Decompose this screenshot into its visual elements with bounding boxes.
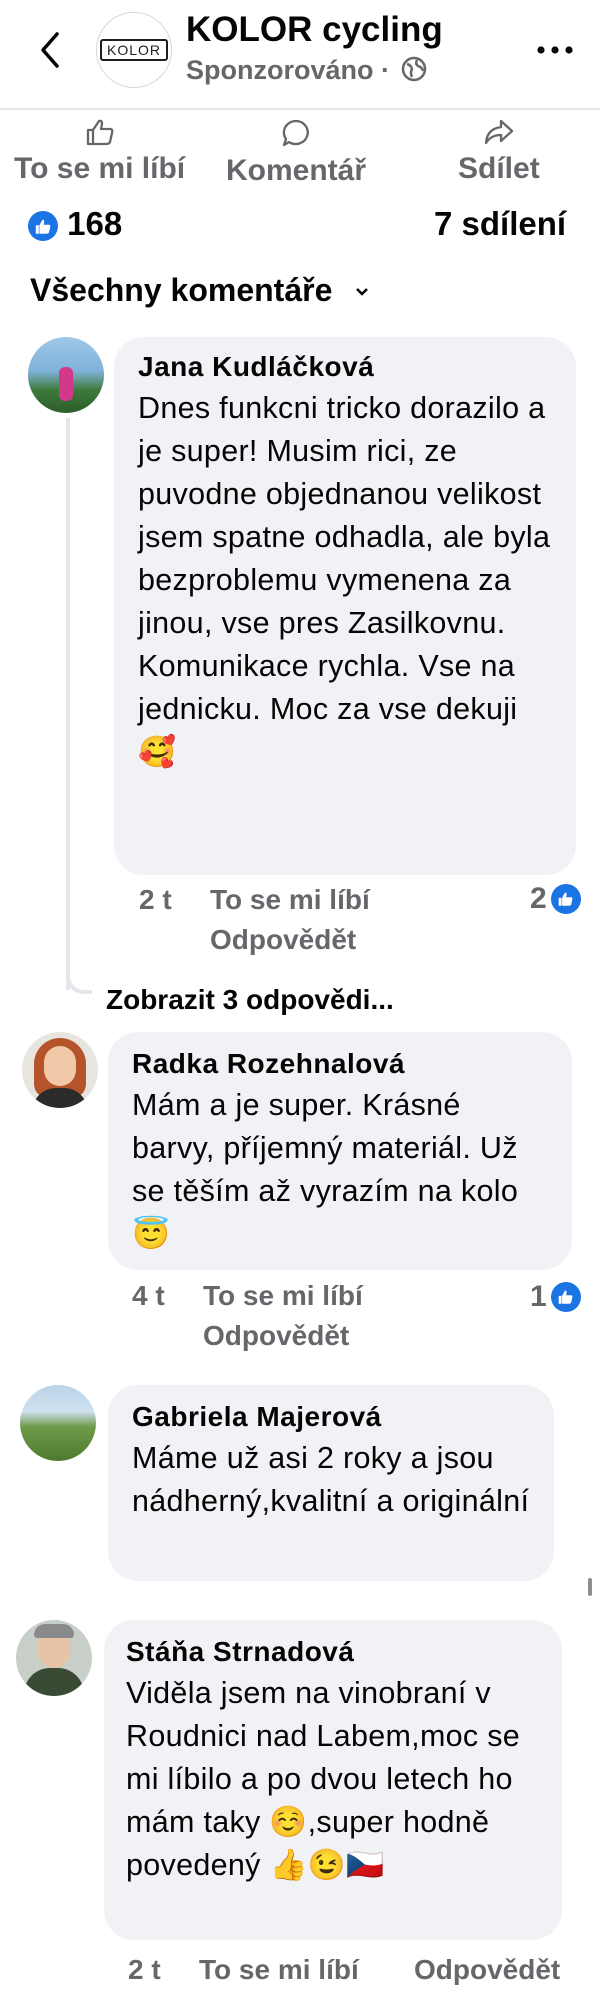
comment-author[interactable]: Radka Rozehnalová <box>132 1048 548 1080</box>
share-arrow-icon <box>484 119 513 145</box>
like-action-button[interactable]: To se mi líbí <box>14 118 185 196</box>
comment-sort-label: Všechny komentáře <box>30 272 333 308</box>
comment-bubble[interactable]: Jana Kudláčková Dnes funkcni tricko dora… <box>114 337 576 875</box>
comment-sort-dropdown[interactable]: Všechny komentáře <box>30 272 369 309</box>
sponsored-label: Sponzorováno · <box>186 55 428 86</box>
commenter-avatar[interactable] <box>16 1620 92 1696</box>
chevron-down-icon <box>356 288 369 296</box>
share-action-button[interactable]: Sdílet <box>458 118 540 196</box>
comment-reply-button[interactable]: Odpovědět <box>210 924 356 956</box>
comment-time: 4 t <box>132 1280 165 1311</box>
view-replies-link[interactable]: Zobrazit 3 odpovědi... <box>106 984 394 1016</box>
page-name[interactable]: KOLOR cycling <box>186 10 443 50</box>
chevron-left-icon <box>41 32 59 68</box>
comment-text: Dnes funkcni tricko dorazilo a je super!… <box>138 391 551 769</box>
comment-like-button[interactable]: To se mi líbí <box>199 1954 359 1986</box>
avatar-body <box>24 1668 84 1696</box>
comment-text: Máme už asi 2 roky a jsou nádherný,kvali… <box>132 1441 530 1518</box>
comment-bubble[interactable]: Radka Rozehnalová Mám a je super. Krásné… <box>108 1032 572 1270</box>
comment-bubble[interactable]: Gabriela Majerová Máme už asi 2 roky a j… <box>108 1385 554 1581</box>
comment-text: Mám a je super. Krásné barvy, příjemný m… <box>132 1088 519 1251</box>
globe-icon <box>401 56 426 82</box>
comment-reaction-number: 1 <box>530 1280 547 1313</box>
back-button[interactable] <box>30 24 70 76</box>
comment-reaction-count[interactable]: 1 <box>530 1280 581 1314</box>
like-reaction-icon <box>550 1282 581 1312</box>
like-action-label: To se mi líbí <box>14 152 186 185</box>
comment-author[interactable]: Gabriela Majerová <box>132 1401 530 1433</box>
comment-reaction-number: 2 <box>530 882 547 915</box>
thread-line <box>66 418 70 990</box>
avatar-hair <box>34 1624 74 1638</box>
comment-action-label: Komentář <box>226 154 367 187</box>
comment-bubble[interactable]: Stáňa Strnadová Viděla jsem na vinobraní… <box>104 1620 562 1940</box>
share-count[interactable]: 7 sdílení <box>434 205 566 243</box>
more-dots-icon <box>537 46 573 54</box>
page-avatar[interactable]: KOLOR <box>96 12 172 88</box>
share-action-label: Sdílet <box>458 152 540 185</box>
avatar-face <box>44 1046 76 1086</box>
commenter-avatar[interactable] <box>20 1385 96 1461</box>
thread-line-curve <box>66 968 92 994</box>
comment-reply-button[interactable]: Odpovědět <box>203 1320 349 1352</box>
more-button[interactable] <box>530 30 580 70</box>
comment-time: 2 t <box>128 1954 161 1985</box>
comment-reaction-count[interactable]: 2 <box>530 882 581 916</box>
comment-reply-button[interactable]: Odpovědět <box>414 1954 560 1986</box>
comment-action-button[interactable]: Komentář <box>226 118 366 196</box>
sponsored-text: Sponzorováno · <box>186 55 390 85</box>
scrollbar-thumb[interactable] <box>588 1578 592 1596</box>
commenter-avatar[interactable] <box>22 1032 98 1108</box>
like-reaction-icon <box>28 211 58 242</box>
reaction-summary[interactable]: 168 <box>28 205 122 243</box>
thumbs-up-icon <box>86 119 113 146</box>
like-reaction-icon <box>550 884 581 914</box>
comment-like-button[interactable]: To se mi líbí <box>210 884 370 916</box>
avatar-figure <box>59 367 73 401</box>
page-logo: KOLOR <box>99 39 168 61</box>
comment-time: 2 t <box>139 884 172 915</box>
comment-like-button[interactable]: To se mi líbí <box>203 1280 363 1312</box>
commenter-avatar[interactable] <box>28 337 104 413</box>
comment-text: Viděla jsem na vinobraní v Roudnici nad … <box>126 1676 521 1882</box>
comment-author[interactable]: Jana Kudláčková <box>138 351 552 383</box>
comment-author[interactable]: Stáňa Strnadová <box>126 1636 540 1668</box>
comment-bubble-icon <box>282 119 309 147</box>
reaction-count: 168 <box>67 205 123 242</box>
post-header: KOLOR KOLOR cycling Sponzorováno · <box>0 0 600 110</box>
